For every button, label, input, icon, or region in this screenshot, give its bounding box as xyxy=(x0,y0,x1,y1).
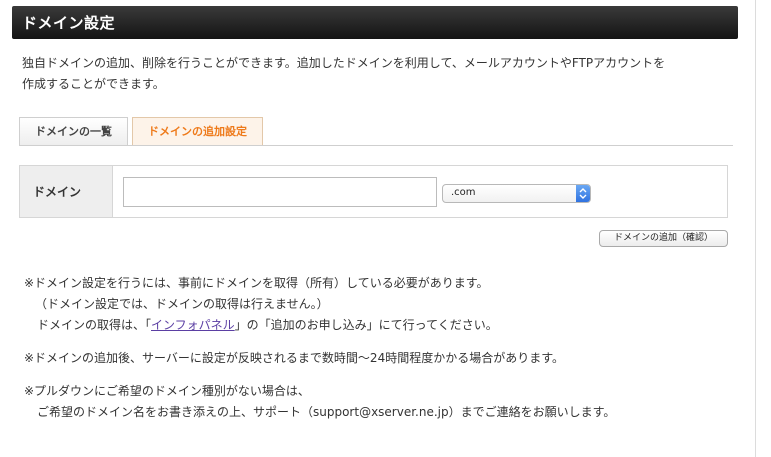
note-2: ※ドメインの追加後、サーバーに設定が反映されるまで数時間〜24時間程度かかる場合… xyxy=(24,351,565,365)
note-1-line-3-pre: ドメインの取得は、「 xyxy=(37,318,152,332)
tld-selected-value: .com xyxy=(451,187,476,198)
select-arrows-icon xyxy=(576,185,590,202)
info-panel-link[interactable]: インフォパネル xyxy=(151,318,235,332)
tab-domain-add[interactable]: ドメインの追加設定 xyxy=(132,117,263,146)
note-1-line-2: （ドメイン設定では、ドメインの取得は行えません。） xyxy=(35,297,329,311)
intro-text: 独自ドメインの追加、削除を行うことができます。追加したドメインを利用して、メール… xyxy=(22,53,732,95)
domain-label: ドメイン xyxy=(33,185,82,199)
note-3-line-2: ご希望のドメイン名をお書き添えの上、サポート（support@xserver.n… xyxy=(37,405,616,419)
intro-line-2: 作成することができます。 xyxy=(22,77,165,91)
domain-form: ドメイン .com xyxy=(19,165,728,218)
tab-domain-list[interactable]: ドメインの一覧 xyxy=(19,117,128,145)
note-1-line-3: ドメインの取得は、「インフォパネル」の「追加のお申し込み」にて行ってください。 xyxy=(37,316,498,333)
page-right-border xyxy=(755,0,756,457)
tld-select[interactable]: .com xyxy=(442,184,591,203)
intro-line-1: 独自ドメインの追加、削除を行うことができます。追加したドメインを利用して、メール… xyxy=(22,56,666,70)
domain-input[interactable] xyxy=(123,177,437,207)
tab-divider xyxy=(19,145,733,146)
tab-bar: ドメインの一覧 ドメインの追加設定 xyxy=(19,117,733,147)
note-1-line-1: ※ドメイン設定を行うには、事前にドメインを取得（所有）している必要があります。 xyxy=(24,276,489,290)
form-label-cell: ドメイン xyxy=(20,166,113,217)
page-header: ドメイン設定 xyxy=(12,6,738,39)
add-domain-confirm-button[interactable]: ドメインの追加（確認） xyxy=(599,230,728,247)
page-title: ドメイン設定 xyxy=(22,14,116,32)
note-1-line-3-post: 」の「追加のお申し込み」にて行ってください。 xyxy=(234,318,498,332)
note-3-line-1: ※プルダウンにご希望のドメイン種別がない場合は、 xyxy=(24,384,310,398)
